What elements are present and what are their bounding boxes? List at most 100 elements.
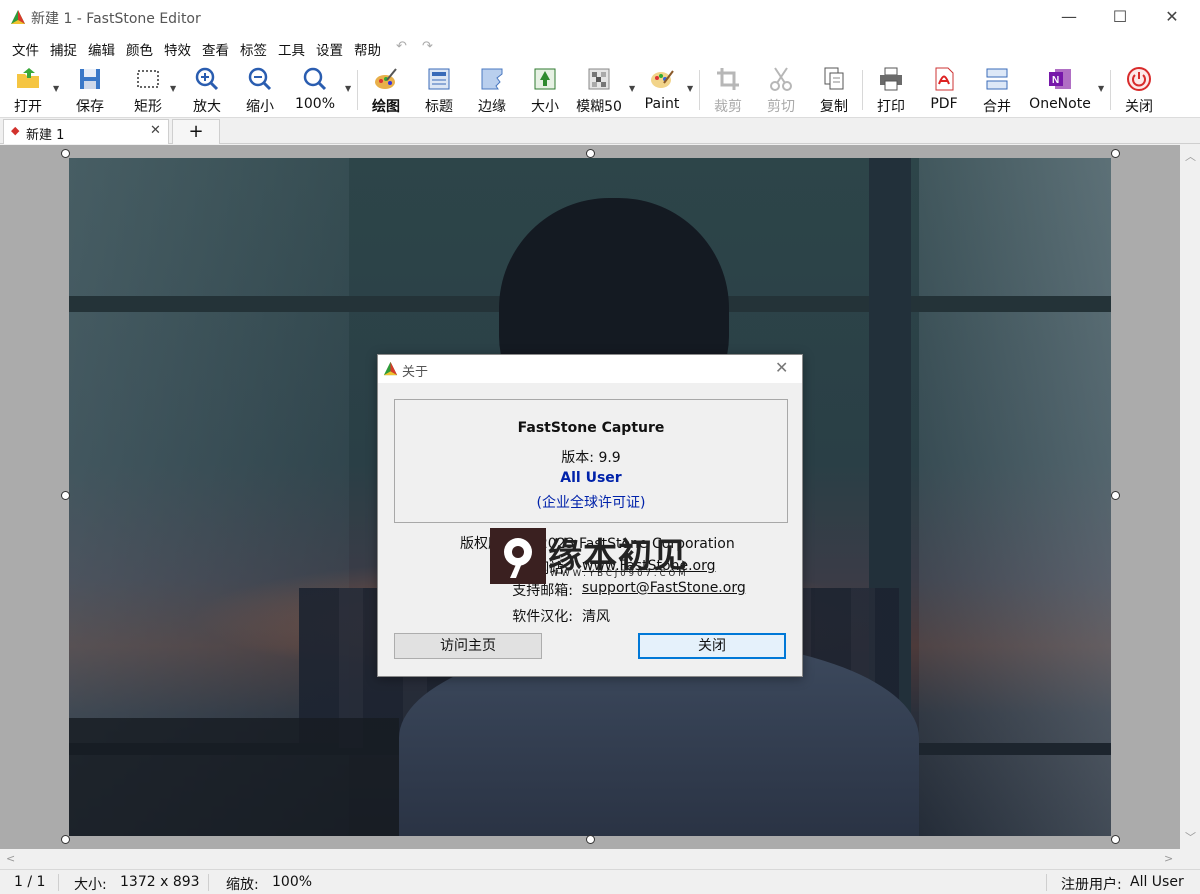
scroll-right-icon[interactable]: > bbox=[1164, 852, 1173, 865]
image-foreground-shadow bbox=[69, 718, 399, 836]
svg-text:N: N bbox=[1052, 75, 1059, 86]
window-close-button[interactable]: ✕ bbox=[1146, 0, 1198, 34]
resize-handle-bottom-right[interactable] bbox=[1111, 835, 1120, 844]
resize-handle-bottom[interactable] bbox=[586, 835, 595, 844]
merge-button[interactable]: 合并 bbox=[975, 60, 1019, 118]
localization-value: 清风 bbox=[582, 609, 610, 625]
faststone-app-icon bbox=[383, 361, 398, 376]
paint-palette-icon bbox=[651, 70, 674, 88]
toolbar-separator bbox=[699, 70, 700, 110]
resize-handle-top[interactable] bbox=[586, 149, 595, 158]
draw-button[interactable]: 绘图 bbox=[364, 60, 408, 118]
menu-view[interactable]: 查看 bbox=[202, 39, 229, 59]
menu-tabs[interactable]: 标签 bbox=[240, 39, 267, 59]
copy-button[interactable]: 复制 bbox=[812, 60, 856, 118]
product-name: FastStone Capture bbox=[517, 420, 665, 436]
licensed-user: All User bbox=[560, 470, 622, 486]
minimize-button[interactable]: — bbox=[1043, 0, 1095, 34]
printer-icon bbox=[880, 67, 902, 91]
status-separator bbox=[1046, 874, 1047, 891]
title-bar: 新建 1 - FastStone Editor — ☐ ✕ bbox=[0, 0, 1200, 34]
save-icon bbox=[80, 69, 100, 89]
horizontal-scrollbar[interactable]: < > bbox=[0, 849, 1180, 869]
watermark-logo: 缘本初见 WWW.YBCJ0907.COM bbox=[490, 528, 730, 588]
onenote-dropdown-caret[interactable]: ▼ bbox=[1098, 84, 1104, 93]
cut-button[interactable]: 剪切 bbox=[759, 60, 803, 118]
scroll-down-icon[interactable]: ﹀ bbox=[1185, 829, 1196, 845]
status-bar: 1 / 1 大小: 1372 x 893 缩放: 100% 注册用户: All … bbox=[0, 869, 1200, 894]
rectangle-button[interactable]: 矩形 bbox=[124, 60, 172, 118]
menu-effects[interactable]: 特效 bbox=[164, 39, 191, 59]
resize-handle-right[interactable] bbox=[1111, 491, 1120, 500]
crop-button[interactable]: 裁剪 bbox=[706, 60, 750, 118]
zoom-in-button[interactable]: 放大 bbox=[185, 60, 229, 118]
tab-bar: ◆ 新建 1 ✕ + bbox=[0, 118, 1200, 144]
version-text: 版本: 9.9 bbox=[561, 450, 621, 466]
dialog-title-bar[interactable]: 关于 ✕ bbox=[378, 355, 802, 383]
menu-edit[interactable]: 编辑 bbox=[88, 39, 115, 59]
image-curtain-right bbox=[919, 158, 1111, 836]
redo-icon[interactable]: ↷ bbox=[422, 39, 433, 54]
menu-capture[interactable]: 捕捉 bbox=[50, 39, 77, 59]
zoom-100-icon bbox=[303, 67, 327, 91]
zoom-out-button[interactable]: 缩小 bbox=[238, 60, 282, 118]
blur-dropdown-caret[interactable]: ▼ bbox=[629, 84, 635, 93]
resize-handle-bottom-left[interactable] bbox=[61, 835, 70, 844]
resize-handle-top-left[interactable] bbox=[61, 149, 70, 158]
paint-button[interactable]: Paint bbox=[640, 60, 684, 118]
menu-color[interactable]: 颜色 bbox=[126, 39, 153, 59]
zoom-100-button[interactable]: 100% bbox=[291, 60, 339, 118]
page-indicator: 1 / 1 bbox=[14, 874, 46, 890]
menu-bar: 文件 捕捉 编辑 颜色 特效 查看 标签 工具 设置 帮助 ↶ ↷ bbox=[0, 34, 1200, 60]
open-dropdown-caret[interactable]: ▼ bbox=[53, 84, 59, 93]
pdf-button[interactable]: PDF bbox=[922, 60, 966, 118]
dialog-close-button[interactable]: 关闭 bbox=[638, 633, 786, 659]
zoom-value: 100% bbox=[272, 874, 313, 890]
pdf-icon bbox=[935, 67, 954, 91]
crop-icon bbox=[717, 68, 739, 90]
dialog-close-icon[interactable]: ✕ bbox=[775, 358, 788, 377]
toolbar-separator bbox=[862, 70, 863, 110]
blur-button[interactable]: 模糊50 bbox=[574, 60, 624, 118]
draw-icon bbox=[375, 68, 397, 89]
undo-icon[interactable]: ↶ bbox=[396, 39, 407, 54]
menu-help[interactable]: 帮助 bbox=[354, 39, 381, 59]
tab-label: 新建 1 bbox=[26, 128, 65, 143]
rectangle-select-icon bbox=[137, 70, 159, 88]
add-tab-button[interactable]: + bbox=[172, 119, 220, 144]
resize-button[interactable]: 大小 bbox=[523, 60, 567, 118]
watermark-badge-icon bbox=[490, 528, 546, 584]
visit-homepage-button[interactable]: 访问主页 bbox=[394, 633, 542, 659]
maximize-button[interactable]: ☐ bbox=[1094, 0, 1146, 34]
tab-close-icon[interactable]: ✕ bbox=[150, 123, 161, 138]
merge-icon bbox=[986, 68, 1008, 90]
vertical-scrollbar[interactable]: ︿ ﹀ bbox=[1180, 145, 1200, 849]
tab-new-1[interactable]: ◆ 新建 1 ✕ bbox=[3, 119, 169, 144]
resize-handle-left[interactable] bbox=[61, 491, 70, 500]
close-button[interactable]: 关闭 bbox=[1117, 60, 1161, 118]
size-value: 1372 x 893 bbox=[120, 874, 200, 890]
resize-handle-top-right[interactable] bbox=[1111, 149, 1120, 158]
menu-file[interactable]: 文件 bbox=[12, 39, 39, 59]
watermark-url: WWW.YBCJ0907.COM bbox=[550, 569, 689, 579]
size-label: 大小: bbox=[74, 877, 107, 893]
rectangle-dropdown-caret[interactable]: ▼ bbox=[170, 84, 176, 93]
scroll-left-icon[interactable]: < bbox=[6, 852, 15, 865]
zoom-dropdown-caret[interactable]: ▼ bbox=[345, 84, 351, 93]
menu-tools[interactable]: 工具 bbox=[278, 39, 305, 59]
registered-user-value: All User bbox=[1130, 874, 1184, 890]
blur-icon bbox=[588, 68, 610, 90]
save-button[interactable]: 保存 bbox=[68, 60, 112, 118]
onenote-button[interactable]: N OneNote bbox=[1028, 60, 1092, 118]
caption-button[interactable]: 标题 bbox=[417, 60, 461, 118]
scroll-up-icon[interactable]: ︿ bbox=[1185, 148, 1196, 164]
dialog-title: 关于 bbox=[402, 365, 429, 380]
print-button[interactable]: 打印 bbox=[869, 60, 913, 118]
menu-settings[interactable]: 设置 bbox=[316, 39, 343, 59]
open-button[interactable]: 打开 bbox=[6, 60, 50, 118]
localization-label: 软件汉化: bbox=[512, 609, 573, 625]
zoom-label: 缩放: bbox=[226, 877, 259, 893]
paint-dropdown-caret[interactable]: ▼ bbox=[687, 84, 693, 93]
license-type: (企业全球许可证) bbox=[536, 495, 646, 511]
edge-button[interactable]: 边缘 bbox=[470, 60, 514, 118]
